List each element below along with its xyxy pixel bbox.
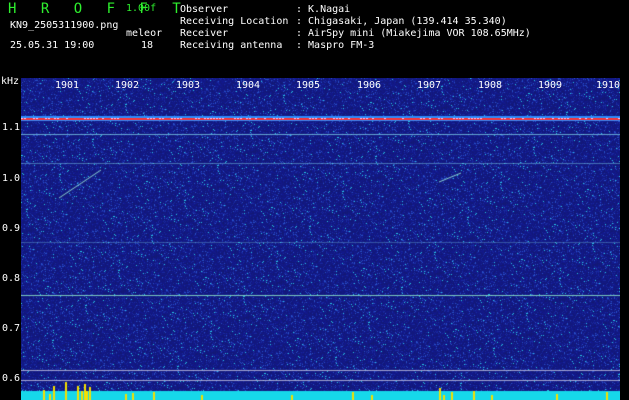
y-tick: 1.0	[2, 173, 21, 184]
x-tick: 1907	[417, 80, 442, 91]
x-tick: 1910	[596, 80, 621, 91]
receiver-value: : AirSpy mini (Miakejima VOR 108.65MHz)	[296, 28, 531, 39]
x-tick: 1904	[236, 80, 261, 91]
x-tick: 1908	[478, 80, 503, 91]
count-label: 18	[141, 40, 154, 51]
location-label: Receiving Location	[180, 16, 289, 27]
y-axis-unit: kHz	[1, 76, 20, 87]
receiver-label: Receiver	[180, 28, 229, 39]
x-tick: 1903	[176, 80, 201, 91]
app-name: H R O F F T	[8, 1, 189, 17]
x-tick: 1905	[296, 80, 321, 91]
filename-label: KN9_2505311900.png	[10, 20, 119, 31]
version-label: 1.00f	[126, 3, 157, 14]
x-tick: 1902	[115, 80, 140, 91]
location-value: : Chigasaki, Japan (139.414 35.340)	[296, 16, 507, 27]
spectrogram-canvas	[21, 78, 620, 400]
x-tick: 1906	[357, 80, 382, 91]
y-tick: 0.9	[2, 223, 21, 234]
y-tick: 0.8	[2, 273, 21, 284]
header-panel: H R O F F T 1.00f KN9_2505311900.png mel…	[0, 0, 629, 78]
y-tick: 0.6	[2, 373, 21, 384]
y-tick: 0.7	[2, 323, 21, 334]
x-tick: 1909	[538, 80, 563, 91]
antenna-value: : Maspro FM-3	[296, 40, 375, 51]
observer-value: : K.Nagai	[296, 4, 351, 15]
x-tick: 1901	[55, 80, 80, 91]
y-tick: 1.1	[2, 122, 21, 133]
spectrogram-plot	[21, 78, 620, 400]
antenna-label: Receiving antenna	[180, 40, 283, 51]
mode-label: meleor	[126, 28, 163, 39]
right-margin	[620, 78, 629, 400]
observer-label: Observer	[180, 4, 229, 15]
datetime-label: 25.05.31 19:00	[10, 40, 95, 51]
